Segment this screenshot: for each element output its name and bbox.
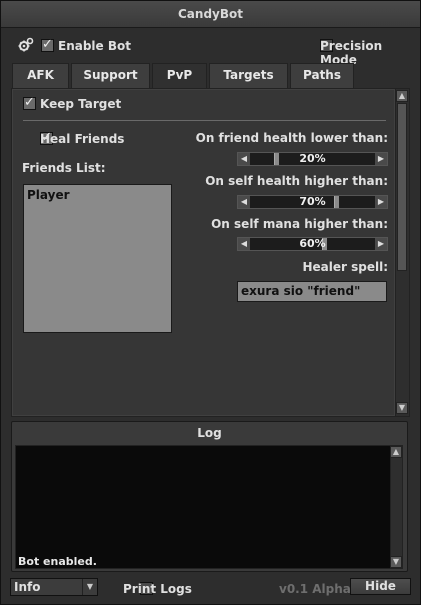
version-label: v0.1 Alpha [279,582,351,596]
tab-targets[interactable]: Targets [209,63,288,88]
slider-right-arrow-icon[interactable]: ▶ [375,153,387,165]
scroll-down-icon[interactable]: ▼ [390,556,402,568]
self-mana-slider[interactable]: ◀ 60% ▶ [237,237,388,251]
log-scrollbar[interactable]: ▲ ▼ [390,446,402,568]
log-level-select[interactable]: Info ▼ [10,578,98,596]
healer-spell-label: Healer spell: [302,260,388,274]
section-divider [23,120,386,121]
friends-list-label: Friends List: [22,161,106,175]
healer-spell-input[interactable]: exura sio "friend" [237,281,387,302]
scroll-up-icon[interactable]: ▲ [390,446,402,458]
log-level-value: Info [14,580,41,594]
slider-right-arrow-icon[interactable]: ▶ [375,196,387,208]
enable-bot-label[interactable]: Enable Bot [58,39,131,53]
pvp-content: Keep Target Heal Friends Friends List: P… [13,90,394,415]
log-line: Bot enabled. [18,555,97,568]
friend-health-value: 20% [299,152,326,165]
friends-list[interactable]: Player [23,184,172,333]
tab-pvp[interactable]: PvP [152,63,207,89]
scroll-up-icon[interactable]: ▲ [396,90,408,102]
log-title: Log [197,426,222,440]
panel-scrollbar[interactable]: ▲ ▼ [395,89,409,416]
self-health-value: 70% [299,195,326,208]
keep-target-label[interactable]: Keep Target [40,97,121,111]
tab-afk[interactable]: AFK [12,63,69,88]
log-panel: Log Bot enabled. ▲ ▼ [11,421,408,572]
candybot-window: CandyBot Enable Bot Precision Mode AFK S… [0,0,421,605]
tab-support[interactable]: Support [71,63,150,88]
window-title[interactable]: CandyBot [1,1,420,28]
pvp-panel: Keep Target Heal Friends Friends List: P… [11,88,410,417]
scroll-down-icon[interactable]: ▼ [396,402,408,414]
self-health-slider[interactable]: ◀ 70% ▶ [237,195,388,209]
keep-target-checkbox[interactable] [23,95,36,110]
scrollbar-thumb[interactable] [397,103,407,271]
heal-friends-label[interactable]: Heal Friends [40,132,124,146]
hide-button[interactable]: Hide [350,578,411,595]
self-health-label: On self health higher than: [205,174,388,188]
friend-health-slider[interactable]: ◀ 20% ▶ [237,152,388,166]
log-output[interactable]: Bot enabled. ▲ ▼ [15,445,403,569]
self-mana-value: 60% [299,237,326,250]
dropdown-arrow-icon[interactable]: ▼ [82,579,97,595]
friends-list-item[interactable]: Player [27,188,168,202]
print-logs-label[interactable]: Print Logs [123,582,192,596]
friend-health-label: On friend health lower than: [195,131,388,145]
gears-icon [18,37,34,53]
tab-paths[interactable]: Paths [290,63,354,88]
slider-right-arrow-icon[interactable]: ▶ [375,238,387,250]
enable-bot-checkbox[interactable] [41,37,54,52]
self-mana-label: On self mana higher than: [211,217,388,231]
